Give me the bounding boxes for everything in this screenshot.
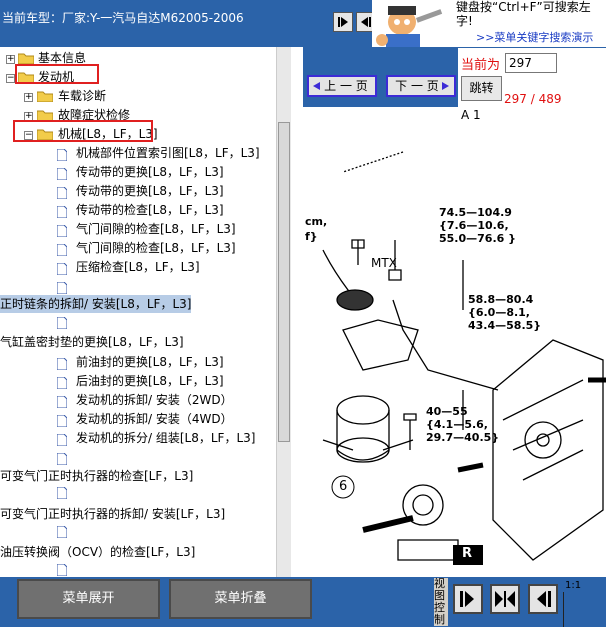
tree-leaf[interactable]: 压缩检查[L8，LF，L3] bbox=[76, 258, 200, 276]
corner-panel bbox=[563, 592, 606, 627]
jump-button[interactable]: 跳转 bbox=[461, 76, 502, 101]
tree-leaf[interactable]: 气门间隙的检查[L8，LF，L3] bbox=[76, 239, 236, 257]
page-count: 297 / 489 bbox=[504, 92, 562, 106]
document-icon bbox=[57, 487, 67, 499]
tree-leaf[interactable]: 传动带的检查[L8，LF，L3] bbox=[76, 201, 224, 219]
menu-expand-button[interactable]: 菜单展开 bbox=[17, 579, 160, 619]
current-vehicle-label: 当前车型：厂家:Y-一汽马自达M62005-2006 bbox=[2, 11, 244, 25]
document-icon bbox=[57, 244, 67, 256]
prev-page-label: 上 一 页 bbox=[324, 79, 368, 93]
document-icon bbox=[57, 317, 67, 329]
document-icon bbox=[57, 564, 67, 576]
zoom-ratio: 1:1 bbox=[565, 580, 582, 591]
page-number-input[interactable] bbox=[505, 53, 557, 73]
section-label: A 1 bbox=[461, 108, 481, 122]
tree-leaf[interactable]: 油压转换阀（OCV）的检查[LF，L3] bbox=[0, 543, 195, 561]
document-icon bbox=[57, 263, 67, 275]
document-icon bbox=[57, 377, 67, 389]
callout-6: 6 bbox=[339, 479, 348, 494]
next-page-button[interactable]: 下 一 页 bbox=[386, 75, 456, 97]
view-control-label: 视图控制 bbox=[434, 578, 448, 626]
torque-spec-2: 58.8—80.4 {6.0—8.1, 43.4—58.5} bbox=[468, 293, 542, 332]
mtx-label: MTX bbox=[371, 256, 397, 270]
tree-leaf[interactable]: 气门间隙的检查[L8，LF，L3] bbox=[76, 220, 236, 238]
fit-width-button[interactable] bbox=[453, 584, 483, 614]
arrow-left-icon bbox=[361, 17, 371, 27]
fit-arrows-icon bbox=[495, 591, 515, 607]
tree-leaf[interactable]: 前油封的更换[L8，LF，L3] bbox=[76, 353, 224, 371]
arrow-right-icon bbox=[442, 82, 449, 90]
tree-leaf[interactable]: 传动带的更换[L8，LF，L3] bbox=[76, 182, 224, 200]
document-icon bbox=[57, 358, 67, 370]
tree-node-obd[interactable]: 车载诊断 bbox=[58, 87, 106, 105]
tree-leaf[interactable]: 后油封的更换[L8，LF，L3] bbox=[76, 372, 224, 390]
tree-leaf[interactable]: 发动机的拆分/ 组装[L8，LF，L3] bbox=[76, 429, 255, 447]
collapse-icon[interactable]: − bbox=[6, 74, 15, 83]
arrow-right-icon bbox=[338, 17, 348, 27]
red-highlight-box bbox=[13, 120, 153, 142]
tree-scrollbar[interactable] bbox=[276, 47, 291, 577]
next-arrow-button[interactable] bbox=[333, 12, 353, 32]
document-icon bbox=[57, 526, 67, 538]
menu-collapse-button[interactable]: 菜单折叠 bbox=[169, 579, 312, 619]
document-icon bbox=[57, 168, 67, 180]
scrollbar-thumb[interactable] bbox=[278, 122, 290, 442]
folder-icon bbox=[37, 91, 53, 102]
hint-line-2: 字! bbox=[456, 14, 473, 28]
document-icon bbox=[57, 187, 67, 199]
expand-icon[interactable]: + bbox=[24, 93, 33, 102]
tree-leaf[interactable]: 气缸盖密封垫的更换[L8，LF，L3] bbox=[0, 333, 184, 351]
arrow-left-icon bbox=[313, 82, 320, 90]
document-icon bbox=[57, 415, 67, 427]
mechanic-mascot-icon bbox=[376, 6, 443, 47]
document-icon bbox=[57, 225, 67, 237]
search-hint-panel: 键盘按“Ctrl+F”可搜索左 字! >>菜单关键字搜索演示 bbox=[372, 0, 606, 47]
tree-leaf[interactable]: 发动机的拆卸/ 安装（4WD） bbox=[76, 410, 233, 428]
menu-tree: + 基本信息 − 发动机 + 车载诊断 + 故障症状检修 − 机械[L8，LF，… bbox=[0, 47, 291, 577]
callout-r: R bbox=[462, 546, 473, 561]
expand-icon[interactable]: + bbox=[6, 55, 15, 64]
next-page-label: 下 一 页 bbox=[395, 79, 439, 93]
torque-spec-3: 40—55 {4.1—5.6, 29.7—40.5} bbox=[426, 405, 500, 444]
document-icon bbox=[57, 282, 67, 294]
hint-line-1: 键盘按“Ctrl+F”可搜索左 bbox=[456, 0, 591, 14]
prev-page-button[interactable]: 上 一 页 bbox=[307, 75, 377, 97]
red-highlight-box bbox=[15, 64, 99, 84]
keyword-search-demo-link[interactable]: >>菜单关键字搜索演示 bbox=[476, 29, 593, 45]
fit-page-button[interactable] bbox=[490, 584, 520, 614]
actual-size-button[interactable] bbox=[528, 584, 558, 614]
document-icon bbox=[57, 149, 67, 161]
engine-mount-diagram: cm, f} MTX 74.5—104.9 {7.6—10.6, 55.0—76… bbox=[303, 140, 606, 577]
arrow-left-icon bbox=[537, 591, 551, 607]
document-icon bbox=[57, 206, 67, 218]
tree-leaf-selected[interactable]: 正时链条的拆卸/ 安装[L8，LF，L3] bbox=[0, 295, 192, 313]
folder-icon bbox=[18, 53, 34, 64]
current-page-label: 当前为 bbox=[461, 58, 501, 73]
document-icon bbox=[57, 453, 67, 465]
document-icon bbox=[57, 434, 67, 446]
torque-spec-1: 74.5—104.9 {7.6—10.6, 55.0—76.6 } bbox=[439, 206, 516, 245]
tree-leaf[interactable]: 可变气门正时执行器的拆卸/ 安装[LF，L3] bbox=[0, 505, 225, 523]
torque-label-partial-1: cm, bbox=[305, 215, 328, 228]
tree-leaf[interactable]: 机械部件位置索引图[L8，LF，L3] bbox=[76, 144, 260, 162]
document-icon bbox=[57, 396, 67, 408]
tree-leaf[interactable]: 发动机的拆卸/ 安装（2WD） bbox=[76, 391, 233, 409]
tree-leaf[interactable]: 可变气门正时执行器的检查[LF，L3] bbox=[0, 467, 193, 485]
tree-leaf[interactable]: 传动带的更换[L8，LF，L3] bbox=[76, 163, 224, 181]
arrow-right-icon bbox=[460, 591, 474, 607]
torque-label-partial-2: f} bbox=[305, 230, 318, 243]
